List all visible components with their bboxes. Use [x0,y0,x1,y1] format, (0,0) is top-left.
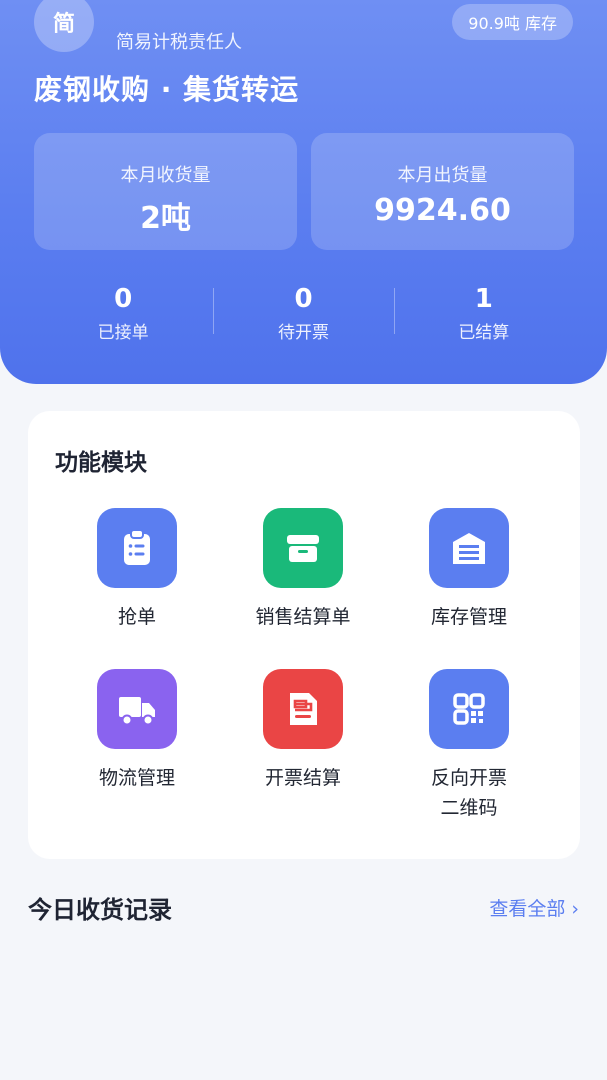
home-page: 简 简易计税责任人 90.9吨 库存 废钢收购 · 集货转运 本月收货量 2吨 … [0,0,607,1080]
module-inventory[interactable]: 库存管理 [386,508,552,632]
count-label: 已接单 [97,323,149,343]
monthly-received-card[interactable]: 本月收货量 2吨 [34,133,297,250]
user-role: 简易计税责任人 [116,32,242,53]
count-pending-invoice[interactable]: 0 待开票 [213,284,393,344]
count-settled[interactable]: 1 已结算 [393,284,574,344]
module-label: 库存管理 [430,606,507,628]
function-modules-card: 功能模块 抢单 销售结算单 库存管理 物流管理 开票结算 反向开票 二维码 [28,411,580,859]
module-label: 物流管理 [98,767,175,789]
invoice-icon [263,669,343,749]
module-logistics[interactable]: 物流管理 [54,669,220,793]
box-icon [263,508,343,588]
module-label: 抢单 [117,606,156,628]
count-value: 0 [114,284,133,314]
module-reverse-invoice-qr[interactable]: 反向开票 二维码 [386,669,552,823]
order-counts: 0 已接单 0 待开票 1 已结算 [33,284,574,344]
business-title: 废钢收购 · 集货转运 [34,73,300,106]
header-panel: 简 简易计税责任人 90.9吨 库存 废钢收购 · 集货转运 本月收货量 2吨 … [0,0,607,384]
monthly-shipped-card[interactable]: 本月出货量 9924.60 [311,133,574,250]
clipboard-list-icon [97,508,177,588]
today-records-title: 今日收货记录 [28,896,172,924]
module-grab-order[interactable]: 抢单 [54,508,220,632]
qr-code-icon [429,669,509,749]
module-label: 反向开票 二维码 [430,767,507,819]
count-accepted[interactable]: 0 已接单 [33,284,213,344]
count-value: 0 [294,284,313,314]
module-sales-settlement[interactable]: 销售结算单 [220,508,386,632]
monthly-received-value: 2吨 [140,201,191,236]
monthly-received-label: 本月收货量 [120,165,211,186]
count-value: 1 [474,284,493,314]
count-label: 待开票 [277,323,329,343]
view-all-link[interactable]: 查看全部 › [489,894,579,921]
module-invoice-settlement[interactable]: 开票结算 [220,669,386,793]
monthly-shipped-value: 9924.60 [374,193,511,228]
warehouse-icon [429,508,509,588]
stock-badge[interactable]: 90.9吨 库存 [452,4,573,40]
avatar[interactable]: 简 [34,0,94,52]
module-label: 开票结算 [264,767,341,789]
monthly-shipped-label: 本月出货量 [397,165,488,186]
modules-title: 功能模块 [55,450,147,476]
truck-icon [97,669,177,749]
module-label: 销售结算单 [255,606,351,628]
count-label: 已结算 [458,323,510,343]
